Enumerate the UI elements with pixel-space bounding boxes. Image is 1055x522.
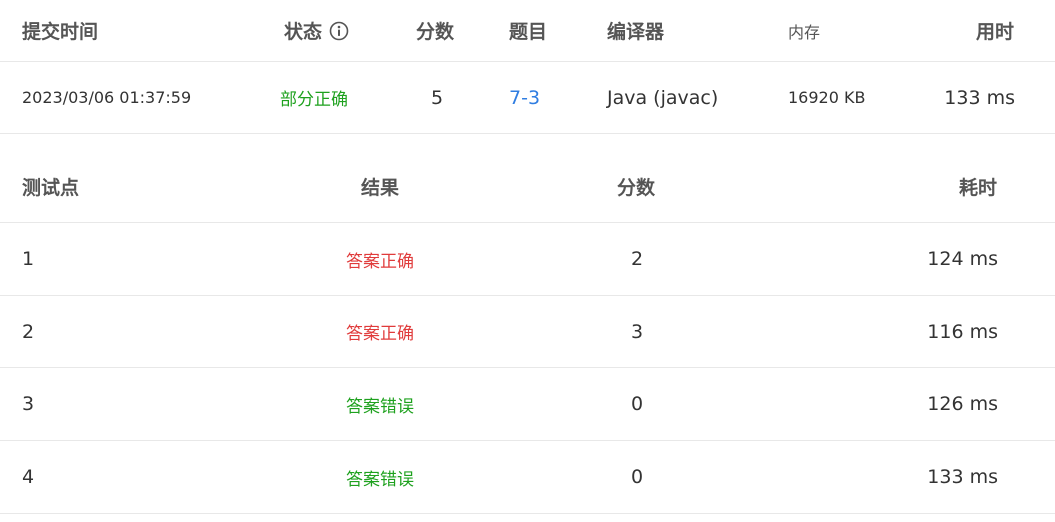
header-score: 分数 bbox=[416, 21, 455, 43]
submission-header-row: 提交时间 状态 分数 题目 编译器 内存 用时 bbox=[0, 0, 1055, 62]
testcase-score: 3 bbox=[631, 320, 644, 343]
memory-value: 16920 KB bbox=[788, 88, 866, 107]
header-status-label: 状态 bbox=[284, 21, 323, 43]
header-problem: 题目 bbox=[509, 21, 548, 43]
header-runtime: 用时 bbox=[975, 21, 1014, 43]
submission-row: 2023/03/06 01:37:59 部分正确 5 7-3 Java (jav… bbox=[0, 62, 1055, 134]
header-testcase: 测试点 bbox=[22, 176, 80, 199]
compiler-value: Java (javac) bbox=[607, 86, 719, 109]
testcase-id: 3 bbox=[22, 393, 35, 415]
testcase-score: 2 bbox=[631, 248, 644, 270]
table-row: 2 答案正确 3 116 ms bbox=[0, 296, 1055, 368]
testcase-time: 124 ms bbox=[927, 248, 998, 270]
testcase-time: 116 ms bbox=[927, 320, 998, 343]
table-row: 3 答案错误 0 126 ms bbox=[0, 368, 1055, 441]
header-elapsed: 耗时 bbox=[958, 176, 997, 199]
submit-time-value: 2023/03/06 01:37:59 bbox=[22, 88, 192, 107]
testcase-result: 答案正确 bbox=[346, 324, 414, 344]
testcase-id: 2 bbox=[22, 320, 35, 343]
header-submit-time: 提交时间 bbox=[22, 21, 99, 43]
testcase-result: 答案错误 bbox=[346, 469, 414, 490]
testcase-score: 0 bbox=[631, 466, 644, 488]
table-row: 4 答案错误 0 133 ms bbox=[0, 441, 1055, 514]
table-row: 1 答案正确 2 124 ms bbox=[0, 223, 1055, 296]
testcase-score: 0 bbox=[631, 393, 644, 415]
header-testcase-score: 分数 bbox=[617, 176, 656, 199]
header-compiler: 编译器 bbox=[607, 21, 665, 43]
testcase-time: 126 ms bbox=[927, 393, 998, 415]
header-result: 结果 bbox=[361, 176, 400, 199]
testcase-time: 133 ms bbox=[927, 466, 998, 488]
score-value: 5 bbox=[431, 86, 444, 109]
problem-link[interactable]: 7-3 bbox=[509, 62, 540, 133]
status-badge: 部分正确 bbox=[280, 90, 348, 110]
testcase-id: 1 bbox=[22, 248, 35, 270]
info-circle-icon[interactable] bbox=[329, 21, 349, 41]
runtime-value: 133 ms bbox=[944, 86, 1015, 109]
testcase-result: 答案错误 bbox=[346, 396, 414, 417]
testcase-result: 答案正确 bbox=[346, 251, 414, 272]
testcase-id: 4 bbox=[22, 466, 35, 488]
testcase-header-row: 测试点 结果 分数 耗时 bbox=[0, 150, 1055, 223]
header-status: 状态 bbox=[284, 0, 349, 61]
header-memory: 内存 bbox=[788, 22, 821, 42]
